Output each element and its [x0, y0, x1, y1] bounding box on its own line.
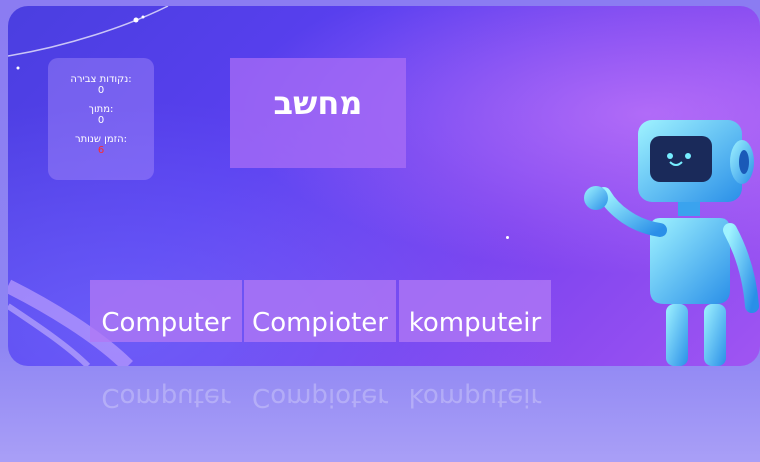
- answer-option-1[interactable]: Computer: [90, 280, 242, 342]
- answer-option-3[interactable]: komputeir: [399, 280, 551, 342]
- game-board: נקודות צבירה: 0 מתוך: 0 הזמן שנותר: 6 מח…: [8, 6, 760, 366]
- points-label: נקודות צבירה:: [70, 74, 132, 85]
- reflection-option-2: Compioter: [252, 382, 388, 412]
- decorative-dot: [506, 236, 509, 239]
- reflection-option-1: Computer: [101, 382, 231, 412]
- floor-reflection: Computer Compioter komputeir: [0, 370, 760, 440]
- total-value: 0: [97, 115, 105, 126]
- answer-option-2[interactable]: Compioter: [244, 280, 396, 342]
- question-word: מחשב: [273, 84, 363, 122]
- points-value: 0: [97, 85, 105, 96]
- time-remaining-label: הזמן שנותר:: [74, 134, 128, 145]
- question-word-card: מחשב: [230, 58, 406, 168]
- robot-mascot-icon: [584, 120, 759, 366]
- total-label: מתוך:: [88, 104, 114, 115]
- score-panel: נקודות צבירה: 0 מתוך: 0 הזמן שנותר: 6: [48, 58, 154, 180]
- reflection-option-3: komputeir: [408, 382, 542, 412]
- time-remaining-value: 6: [97, 145, 105, 156]
